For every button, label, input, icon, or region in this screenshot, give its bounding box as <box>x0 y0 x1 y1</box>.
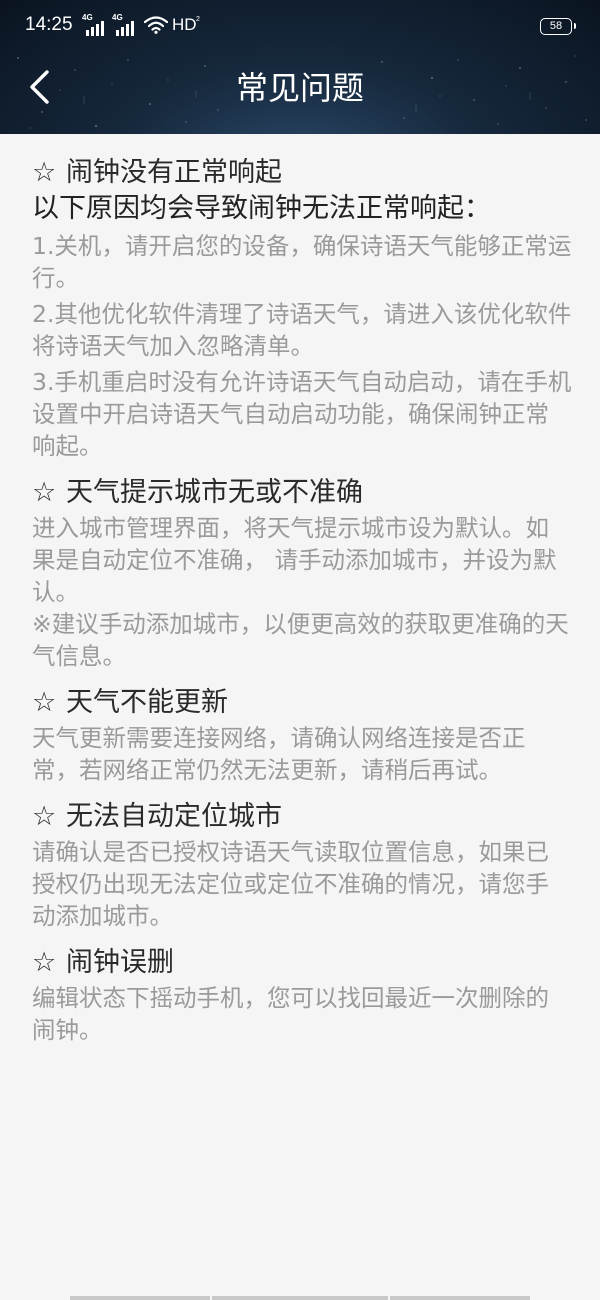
battery-icon: 58 <box>540 18 576 35</box>
star-icon: ☆ <box>32 947 57 978</box>
faq-answer: 天气更新需要连接网络，请确认网络连接是否正常，若网络正常仍然无法更新，请稍后再试… <box>32 724 526 784</box>
faq-question: ☆ 天气提示城市无或不准确 <box>32 476 572 510</box>
header: 14:25 4G 4G HD 2 58 常见问题 <box>0 0 600 134</box>
wifi-icon <box>144 16 168 34</box>
faq-subtitle: 以下原因均会导致闹钟无法正常响起： <box>32 193 491 224</box>
star-icon: ☆ <box>32 157 57 188</box>
faq-answer: 进入城市管理界面，将天气提示城市设为默认。如果是自动定位不准确， 请手动添加城市… <box>32 514 557 606</box>
faq-section-weather-not-updating: ☆ 天气不能更新 天气更新需要连接网络，请确认网络连接是否正常，若网络正常仍然无法… <box>32 686 572 786</box>
faq-question-text: 天气不能更新 <box>66 687 228 718</box>
faq-answer: 3.手机重启时没有允许诗语天气自动启动，请在手机设置中开启诗语天气自动启动功能，… <box>32 368 572 460</box>
faq-section-city-inaccurate: ☆ 天气提示城市无或不准确 进入城市管理界面，将天气提示城市设为默认。如果是自动定… <box>32 476 572 672</box>
faq-question: ☆ 无法自动定位城市 <box>32 800 572 834</box>
faq-section-alarm-deleted: ☆ 闹钟误删 编辑状态下摇动手机，您可以找回最近一次删除的闹钟。 <box>32 946 572 1046</box>
signal-strength-icon: 4G <box>82 14 110 36</box>
bottom-edge-segment <box>390 1296 530 1300</box>
navigation-bar: 常见问题 <box>0 44 600 134</box>
bottom-edge-segment <box>212 1296 388 1300</box>
hd-voice-label: HD <box>172 15 197 34</box>
faq-question-text: 无法自动定位城市 <box>66 801 282 832</box>
star-icon: ☆ <box>32 801 57 832</box>
faq-answer: 2.其他优化软件清理了诗语天气，请进入该优化软件将诗语天气加入忽略清单。 <box>32 300 572 360</box>
page-title: 常见问题 <box>235 69 364 107</box>
faq-question-text: 闹钟没有正常响起 <box>66 157 282 188</box>
faq-section-auto-location: ☆ 无法自动定位城市 请确认是否已授权诗语天气读取位置信息，如果已授权仍出现无法定… <box>32 800 572 932</box>
faq-answer: 1.关机，请开启您的设备，确保诗语天气能够正常运行。 <box>32 232 572 292</box>
faq-content[interactable]: ☆ 闹钟没有正常响起 以下原因均会导致闹钟无法正常响起： 1.关机，请开启您的设备… <box>0 134 600 1290</box>
faq-answer: ※建议手动添加城市，以便更高效的获取更准确的天气信息。 <box>32 610 569 670</box>
faq-question-text: 天气提示城市无或不准确 <box>66 477 363 508</box>
hd-voice-sub-label: 2 <box>196 16 200 23</box>
signal-strength-icon: 4G <box>112 14 140 36</box>
faq-question: ☆ 天气不能更新 <box>32 686 572 720</box>
star-icon: ☆ <box>32 477 57 508</box>
status-time: 14:25 <box>25 14 73 35</box>
faq-section-alarm-not-ringing: ☆ 闹钟没有正常响起 以下原因均会导致闹钟无法正常响起： 1.关机，请开启您的设备… <box>32 156 572 462</box>
faq-question: ☆ 闹钟误删 <box>32 946 572 980</box>
bottom-edge-bar <box>0 1292 600 1300</box>
faq-answer: 编辑状态下摇动手机，您可以找回最近一次删除的闹钟。 <box>32 984 549 1044</box>
faq-question-text: 闹钟误删 <box>66 947 174 978</box>
star-icon: ☆ <box>32 687 57 718</box>
faq-question: ☆ 闹钟没有正常响起 <box>32 156 572 190</box>
battery-level: 58 <box>549 20 563 32</box>
status-bar: 14:25 4G 4G HD 2 58 <box>0 0 600 44</box>
faq-answer: 请确认是否已授权诗语天气读取位置信息，如果已授权仍出现无法定位或定位不准确的情况… <box>32 838 549 930</box>
bottom-edge-segment <box>70 1296 210 1300</box>
